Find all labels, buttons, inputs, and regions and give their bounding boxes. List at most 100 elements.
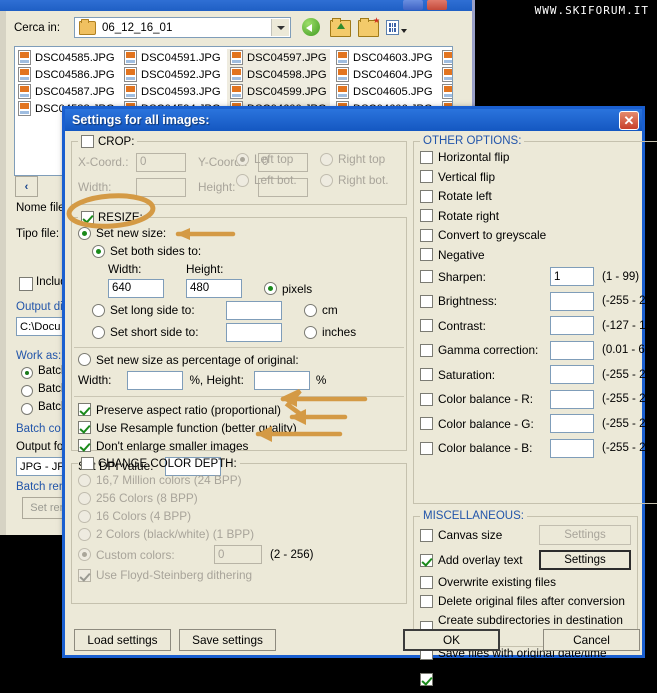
unit-cm-radio[interactable] bbox=[304, 304, 317, 317]
depth-24bpp-radio[interactable] bbox=[78, 474, 91, 487]
depth-1bpp-radio[interactable] bbox=[78, 528, 91, 541]
crop-checkbox[interactable] bbox=[81, 135, 94, 148]
dither-option[interactable]: Use Floyd-Steinberg dithering bbox=[78, 568, 400, 582]
color-balance-g-input[interactable] bbox=[550, 414, 594, 433]
apply-all-pages-row[interactable]: Apply changes to all pages (if TIF savin… bbox=[420, 665, 631, 693]
delete-original-row[interactable]: Delete original files after conversion bbox=[420, 594, 631, 608]
rotate-left-option[interactable]: Rotate left bbox=[420, 189, 657, 203]
depth-1bpp-option[interactable]: 2 Colors (black/white) (1 BPP) bbox=[78, 527, 400, 541]
load-settings-button[interactable]: Load settings bbox=[74, 629, 171, 651]
file-list-item[interactable]: DSC04605.JPG bbox=[333, 83, 436, 100]
cancel-button[interactable]: Cancel bbox=[543, 629, 640, 651]
file-list-item[interactable]: DSC04591.JPG bbox=[121, 49, 224, 66]
sharpen-option[interactable]: Sharpen: (1 - 99) bbox=[420, 267, 657, 286]
overwrite-existing-checkbox[interactable] bbox=[420, 576, 433, 589]
dont-enlarge-checkbox[interactable] bbox=[78, 439, 91, 452]
file-list-item[interactable]: DSC04585.JPG bbox=[15, 49, 118, 66]
view-mode-icon[interactable] bbox=[386, 17, 407, 38]
saturation-checkbox[interactable] bbox=[420, 368, 433, 381]
rotate-right-checkbox[interactable] bbox=[420, 209, 433, 222]
greyscale-option[interactable]: Convert to greyscale bbox=[420, 228, 657, 242]
depth-custom-input[interactable] bbox=[214, 545, 262, 564]
window-close-button[interactable] bbox=[427, 0, 447, 10]
sharpen-checkbox[interactable] bbox=[420, 270, 433, 283]
crop-anchor-right-bot[interactable]: Right bot. bbox=[320, 173, 389, 187]
crop-width-input[interactable] bbox=[136, 178, 186, 197]
up-folder-icon[interactable] bbox=[330, 17, 351, 38]
depth-24bpp-option[interactable]: 16,7 Million colors (24 BPP) bbox=[78, 473, 400, 487]
saturation-input[interactable] bbox=[550, 365, 594, 384]
set-new-size-option[interactable]: Set new size: bbox=[78, 226, 400, 240]
dither-checkbox[interactable] bbox=[78, 569, 91, 582]
brightness-input[interactable] bbox=[550, 292, 594, 311]
depth-4bpp-option[interactable]: 16 Colors (4 BPP) bbox=[78, 509, 400, 523]
file-list-item[interactable]: DSC04592.JPG bbox=[121, 66, 224, 83]
rotate-right-option[interactable]: Rotate right bbox=[420, 209, 657, 223]
vertical-flip-option[interactable]: Vertical flip bbox=[420, 170, 657, 184]
delete-original-checkbox[interactable] bbox=[420, 595, 433, 608]
file-list-item[interactable]: DSC04593.JPG bbox=[121, 83, 224, 100]
chevron-down-icon[interactable] bbox=[271, 19, 289, 36]
pct-width-input[interactable] bbox=[127, 371, 183, 390]
horizontal-flip-option[interactable]: Horizontal flip bbox=[420, 150, 657, 164]
unit-pixels-radio[interactable] bbox=[264, 282, 277, 295]
brightness-checkbox[interactable] bbox=[420, 295, 433, 308]
set-both-sides-radio[interactable] bbox=[92, 245, 105, 258]
color-balance-b-checkbox[interactable] bbox=[420, 442, 433, 455]
overlay-text-settings-button[interactable]: Settings bbox=[539, 550, 631, 570]
depth-custom-radio[interactable] bbox=[78, 548, 91, 561]
gamma-input[interactable] bbox=[550, 341, 594, 360]
crop-anchor-right-top[interactable]: Right top bbox=[320, 152, 385, 166]
work-as-radio-1[interactable] bbox=[21, 367, 33, 379]
look-in-combobox[interactable]: 06_12_16_01 bbox=[74, 17, 291, 38]
overwrite-existing-row[interactable]: Overwrite existing files bbox=[420, 575, 631, 589]
file-list-item[interactable]: DSC04599.JPG bbox=[227, 83, 330, 100]
canvas-size-checkbox[interactable] bbox=[420, 529, 433, 542]
file-list-item[interactable]: DS bbox=[439, 83, 453, 100]
preserve-aspect-ratio-checkbox[interactable] bbox=[78, 403, 91, 416]
set-short-side-input[interactable] bbox=[226, 323, 282, 342]
file-list-item[interactable]: DSC04598.JPG bbox=[227, 66, 330, 83]
percentage-radio[interactable] bbox=[78, 353, 91, 366]
gamma-checkbox[interactable] bbox=[420, 344, 433, 357]
brightness-option[interactable]: Brightness: (-255 - 255) bbox=[420, 292, 657, 311]
dont-enlarge-option[interactable]: Don't enlarge smaller images bbox=[78, 439, 400, 453]
unit-cm-option[interactable]: cm bbox=[304, 303, 338, 317]
work-as-radio-2[interactable] bbox=[21, 385, 33, 397]
apply-all-pages-checkbox[interactable] bbox=[420, 673, 433, 686]
unit-inches-option[interactable]: inches bbox=[304, 325, 356, 339]
contrast-input[interactable] bbox=[550, 316, 594, 335]
file-list-item[interactable]: DS bbox=[439, 66, 453, 83]
new-folder-icon[interactable] bbox=[358, 17, 379, 38]
horizontal-flip-checkbox[interactable] bbox=[420, 151, 433, 164]
resize-height-input[interactable] bbox=[186, 279, 242, 298]
color-balance-r-option[interactable]: Color balance - R: (-255 - 255) bbox=[420, 390, 657, 409]
set-long-side-option[interactable]: Set long side to: bbox=[92, 303, 216, 317]
file-list-item[interactable]: DSC04587.JPG bbox=[15, 83, 118, 100]
crop-anchor-left-top[interactable]: Left top bbox=[236, 152, 320, 166]
preserve-aspect-ratio-option[interactable]: Preserve aspect ratio (proportional) bbox=[78, 403, 400, 417]
saturation-option[interactable]: Saturation: (-255 - 255) bbox=[420, 365, 657, 384]
file-list-item[interactable]: DSC04597.JPG bbox=[227, 49, 330, 66]
sharpen-input[interactable] bbox=[550, 267, 594, 286]
color-balance-b-option[interactable]: Color balance - B: (-255 - 255) bbox=[420, 439, 657, 458]
file-list-item[interactable]: DSC04586.JPG bbox=[15, 66, 118, 83]
use-resample-option[interactable]: Use Resample function (better quality) bbox=[78, 421, 400, 435]
resize-checkbox[interactable] bbox=[81, 211, 94, 224]
set-short-side-radio[interactable] bbox=[92, 326, 105, 339]
file-list-item[interactable]: DSC04603.JPG bbox=[333, 49, 436, 66]
unit-inches-radio[interactable] bbox=[304, 326, 317, 339]
color-balance-g-option[interactable]: Color balance - G: (-255 - 255) bbox=[420, 414, 657, 433]
depth-8bpp-option[interactable]: 256 Colors (8 BPP) bbox=[78, 491, 400, 505]
crop-anchor-left-top-radio[interactable] bbox=[236, 153, 249, 166]
crop-anchor-left-bot[interactable]: Left bot. bbox=[236, 173, 320, 187]
file-list-item[interactable]: DSC04604.JPG bbox=[333, 66, 436, 83]
crop-anchor-right-top-radio[interactable] bbox=[320, 153, 333, 166]
depth-4bpp-radio[interactable] bbox=[78, 510, 91, 523]
resize-width-input[interactable] bbox=[108, 279, 164, 298]
overlay-text-checkbox[interactable] bbox=[420, 554, 433, 567]
set-short-side-option[interactable]: Set short side to: bbox=[92, 325, 216, 339]
vertical-flip-checkbox[interactable] bbox=[420, 170, 433, 183]
use-resample-checkbox[interactable] bbox=[78, 421, 91, 434]
work-as-radio-3[interactable] bbox=[21, 403, 33, 415]
